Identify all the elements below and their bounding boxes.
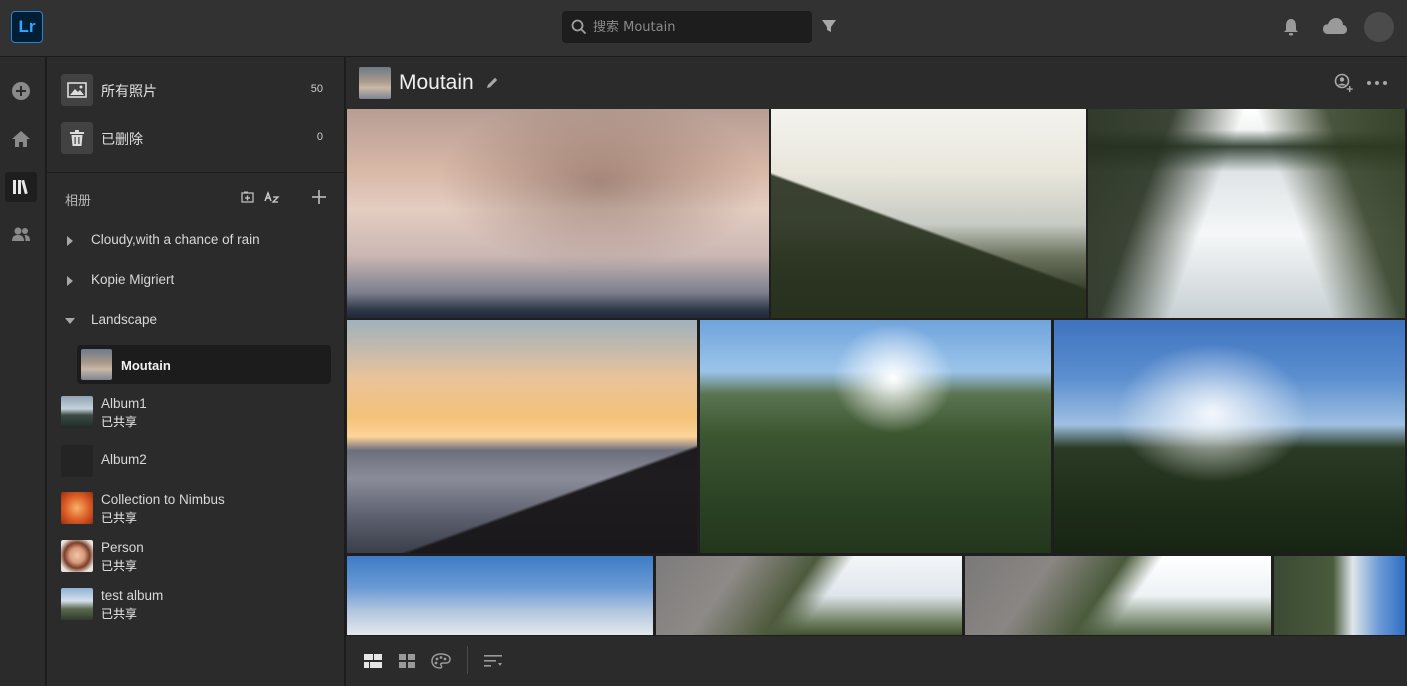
cloud-icon[interactable] [1321,16,1349,38]
search-box[interactable] [562,11,812,43]
folder-add-icon [240,191,254,203]
square-grid-view-button[interactable] [396,651,418,671]
photo-green-valley[interactable] [700,320,1051,553]
square-grid-icon [399,654,415,668]
photo-sunset-clouds[interactable] [347,320,697,553]
user-avatar[interactable] [1364,12,1394,42]
album-person[interactable]: Person 已共享 [47,537,345,575]
search-input[interactable] [593,19,803,35]
divider [47,172,345,173]
chevron-down-icon[interactable] [65,318,75,324]
all-photos-item[interactable]: 所有照片 50 [47,69,345,113]
sort-az-button[interactable] [263,189,281,205]
shared-badge: 已共享 [101,511,138,525]
deleted-item[interactable]: 已删除 0 [47,117,345,161]
photo-rocky-slope-1[interactable] [656,556,962,635]
add-icon [12,82,30,100]
photo-grid-view-button[interactable] [362,651,384,671]
folder-label: Kopie Migriert [91,272,175,287]
plus-icon [312,190,326,204]
add-album-button[interactable] [311,189,327,205]
folder-kopie-migriert[interactable]: Kopie Migriert [47,268,345,294]
folder-landscape[interactable]: Landscape [47,308,345,334]
library-icon [13,179,28,195]
palette-icon [431,653,451,669]
photo-blue-sky-forest[interactable] [1054,320,1405,553]
lightroom-logo[interactable]: Lr [11,11,43,43]
add-photos-button[interactable] [5,76,37,106]
photo-cloud-valley[interactable] [1274,556,1405,635]
more-options-icon[interactable] [1366,73,1388,93]
folder-label: Landscape [91,312,158,327]
photo-cliff-overlook[interactable] [771,109,1086,318]
album-cover [359,67,391,99]
album-title: Moutain [399,71,474,94]
sort-button[interactable] [482,651,504,671]
album-thumbnail [61,396,93,428]
album-label: Person [101,540,144,555]
share-people-icon[interactable] [1334,73,1354,93]
photo-sky-strip[interactable] [347,556,653,635]
sort-az-icon [264,191,280,203]
lightroom-app: Lr 搜索 Moutain 所有照片 50 已删除 0 相册 Cloudy,wi… [0,0,1407,686]
chevron-right-icon[interactable] [67,236,73,246]
view-toolbar [346,636,1407,686]
album-thumbnail [61,588,93,620]
edit-view-button[interactable] [430,651,452,671]
folder-label: Cloudy,with a chance of rain [91,232,260,247]
left-rail [0,57,46,686]
trash-icon [61,122,93,154]
pencil-icon[interactable] [484,75,500,91]
folder-cloudy[interactable]: Cloudy,with a chance of rain [47,228,345,254]
search-icon [571,19,587,35]
album-album1[interactable]: Album1 已共享 [47,393,345,431]
new-folder-button[interactable] [240,189,254,205]
photos-icon [61,74,93,106]
album-thumbnail [61,492,93,524]
toolbar-divider [467,646,468,674]
filter-icon[interactable] [820,17,838,35]
album-label: Moutain [121,358,171,373]
album-label: Album1 [101,396,147,411]
album-label: Collection to Nimbus [101,492,225,507]
deleted-label: 已删除 [101,132,143,148]
deleted-count: 0 [316,131,323,143]
album-thumbnail [61,540,93,572]
sort-icon [484,655,502,667]
album-moutain-selected[interactable]: Moutain [77,345,331,384]
people-icon [12,227,30,241]
shared-badge: 已共享 [101,607,138,621]
shared-badge: 已共享 [101,415,138,429]
main-content: Moutain [346,57,1407,686]
top-bar: Lr [0,0,1407,57]
photo-rocky-slope-2[interactable] [965,556,1271,635]
home-button[interactable] [5,124,37,154]
home-icon [12,131,30,147]
album-thumbnail [61,445,93,477]
people-button[interactable] [5,219,37,249]
album-collection-to-nimbus[interactable]: Collection to Nimbus 已共享 [47,489,345,527]
album-album2[interactable]: Album2 [47,442,345,480]
bell-icon[interactable] [1282,17,1300,37]
album-thumbnail [81,349,112,380]
photo-grid-icon [364,654,382,668]
library-button[interactable] [5,172,37,202]
shared-badge: 已共享 [101,559,138,573]
chevron-right-icon[interactable] [67,276,73,286]
album-label: test album [101,588,164,603]
album-test-album[interactable]: test album 已共享 [47,585,345,623]
all-photos-count: 50 [310,83,323,95]
albums-heading: 相册 [65,194,92,209]
photo-sea-of-clouds[interactable] [1088,109,1405,318]
album-header: Moutain [346,57,1407,109]
album-label: Album2 [101,452,147,467]
all-photos-label: 所有照片 [101,84,157,100]
photo-snow-mountain[interactable] [347,109,769,318]
sidebar: 所有照片 50 已删除 0 相册 Cloudy,with a chance of… [47,57,345,686]
